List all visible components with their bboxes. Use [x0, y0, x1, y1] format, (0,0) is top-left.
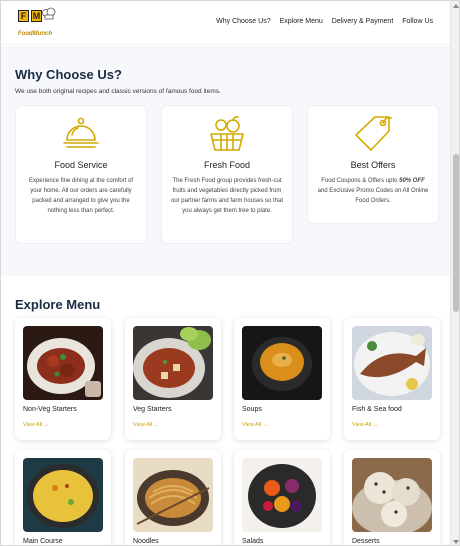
menu-card-fish-sea-food[interactable]: Fish & Sea food View All →: [344, 318, 440, 440]
navbar: F M FoodMunch Why Choose Us? Explore Men…: [1, 1, 450, 45]
menu-card-main-course[interactable]: Main Course: [15, 450, 111, 545]
section-title: Why Choose Us?: [15, 67, 122, 82]
menu-item-name: Noodles: [133, 538, 159, 545]
nav-links: Why Choose Us? Explore Menu Delivery & P…: [216, 18, 433, 25]
food-image: [23, 458, 103, 532]
menu-item-name: Desserts: [352, 538, 380, 545]
menu-card-salads[interactable]: Salads: [234, 450, 330, 545]
scroll-up-icon[interactable]: [453, 4, 459, 8]
feature-card-fresh-food: Fresh Food The Fresh Food group provides…: [161, 105, 293, 244]
menu-item-name: Main Course: [23, 538, 63, 545]
section-subtitle: We use both original recipes and classic…: [15, 88, 221, 95]
view-all-link[interactable]: View All →: [352, 422, 378, 428]
feature-title: Food Service: [54, 160, 108, 170]
feature-title: Fresh Food: [203, 160, 251, 170]
explore-menu-title: Explore Menu: [15, 297, 101, 312]
menu-item-name: Veg Starters: [133, 406, 172, 413]
food-image: [352, 458, 432, 532]
menu-item-name: Soups: [242, 406, 262, 413]
page: F M FoodMunch Why Choose Us? Explore Men…: [0, 0, 460, 546]
feature-text: The Fresh Food group provides fresh-cut …: [170, 178, 284, 214]
food-image: [352, 326, 432, 400]
nav-follow-us[interactable]: Follow Us: [402, 18, 433, 25]
scroll-down-icon[interactable]: [453, 540, 459, 544]
why-choose-us-section: Why Choose Us? We use both original reci…: [1, 46, 450, 276]
nav-delivery-payment[interactable]: Delivery & Payment: [332, 18, 393, 25]
nav-explore-menu[interactable]: Explore Menu: [280, 18, 323, 25]
view-all-link[interactable]: View All →: [242, 422, 268, 428]
logo-letter-m: M: [31, 10, 42, 22]
food-image: [242, 458, 322, 532]
view-all-link[interactable]: View All →: [23, 422, 49, 428]
feature-card-best-offers: Best Offers Food Coupons & Offers upto 5…: [307, 105, 439, 224]
feature-text: Food Coupons & Offers upto 50% OFF and E…: [317, 178, 429, 204]
food-image: [23, 326, 103, 400]
food-image: [133, 326, 213, 400]
menu-card-noodles[interactable]: Noodles: [125, 450, 221, 545]
menu-card-non-veg-starters[interactable]: Non-Veg Starters View All →: [15, 318, 111, 440]
offer-highlight: 50% OFF: [399, 178, 425, 184]
logo-letter-f: F: [18, 10, 29, 22]
menu-card-desserts[interactable]: Desserts: [344, 450, 440, 545]
menu-card-veg-starters[interactable]: Veg Starters View All →: [125, 318, 221, 440]
food-image: [242, 326, 322, 400]
menu-item-name: Fish & Sea food: [352, 406, 402, 413]
chef-hat-icon: [42, 7, 56, 20]
brand-name: FoodMunch: [18, 31, 52, 37]
brand-logo[interactable]: F M FoodMunch: [15, 7, 59, 41]
feature-card-food-service: Food Service Experience fine dining at t…: [15, 105, 147, 244]
nav-why-choose-us[interactable]: Why Choose Us?: [216, 18, 270, 25]
scrollbar[interactable]: [450, 1, 459, 545]
basket-icon: [210, 116, 244, 151]
feature-text: Experience fine dining at the comfort of…: [28, 178, 134, 214]
scroll-thumb[interactable]: [453, 154, 459, 312]
menu-card-soups[interactable]: Soups View All →: [234, 318, 330, 440]
view-all-link[interactable]: View All →: [133, 422, 159, 428]
menu-item-name: Non-Veg Starters: [23, 406, 77, 413]
feature-title: Best Offers: [350, 160, 396, 170]
price-tag-icon: [355, 116, 392, 151]
cloche-icon: [63, 117, 99, 148]
food-image: [133, 458, 213, 532]
menu-item-name: Salads: [242, 538, 264, 545]
